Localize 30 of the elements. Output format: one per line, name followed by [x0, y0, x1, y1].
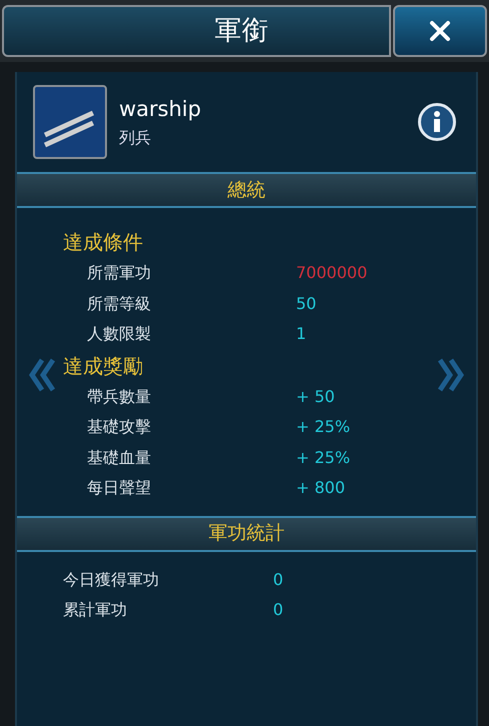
stat-value: + 50 [296, 386, 335, 408]
stat-value: 0 [273, 568, 284, 590]
stat-label: 人數限製 [87, 323, 152, 346]
stat-label: 帶兵數量 [87, 386, 152, 408]
stat-value: 50 [296, 292, 316, 315]
stat-value: 7000000 [296, 262, 368, 284]
stat-label: 所需等級 [87, 292, 152, 315]
rank-name: 列兵 [119, 130, 152, 146]
rank-insignia-icon [33, 85, 107, 159]
section-header: 軍功統計 [17, 516, 476, 552]
stat-value: + 25% [296, 416, 350, 438]
window-title: 軍銜 [214, 14, 268, 48]
stat-value: + 800 [296, 477, 346, 500]
stat-label: 今日獲得軍功 [63, 568, 160, 590]
stat-label: 基礎攻擊 [87, 416, 152, 438]
group-heading: 達成條件 [63, 229, 143, 256]
section-header: 總統 [17, 172, 476, 208]
close-icon [429, 20, 451, 42]
stat-label: 累計軍功 [63, 598, 128, 620]
info-button[interactable] [418, 103, 456, 141]
close-button[interactable] [393, 5, 487, 57]
group-heading: 達成獎勵 [63, 352, 143, 380]
stat-label: 所需軍功 [87, 262, 152, 284]
stat-label: 基礎血量 [87, 446, 152, 469]
stat-label: 每日聲望 [87, 477, 152, 500]
player-name: warship [119, 98, 202, 120]
stat-value: + 25% [296, 446, 350, 469]
stat-value: 1 [296, 323, 306, 346]
info-icon [432, 111, 442, 133]
stat-value: 0 [273, 598, 284, 620]
